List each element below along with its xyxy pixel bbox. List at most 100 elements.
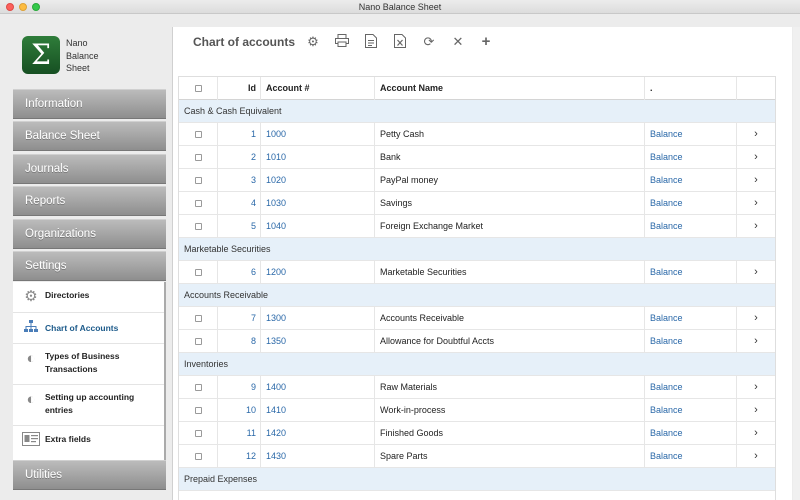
table-row[interactable]: 8 1350 Allowance for Doubtful Accts Bala… xyxy=(179,330,775,353)
app-name-line-1: Nano xyxy=(66,38,88,48)
row-account-number[interactable]: 1010 xyxy=(261,146,375,169)
row-balance-link[interactable]: Balance xyxy=(645,215,737,238)
row-balance-link[interactable]: Balance xyxy=(645,376,737,399)
row-checkbox[interactable] xyxy=(179,192,218,215)
row-checkbox[interactable] xyxy=(179,445,218,468)
row-account-number[interactable]: 1020 xyxy=(261,169,375,192)
row-account-number[interactable]: 1410 xyxy=(261,399,375,422)
nav-journals[interactable]: Journals xyxy=(13,154,166,184)
row-checkbox[interactable] xyxy=(179,399,218,422)
row-account-number[interactable]: 1030 xyxy=(261,192,375,215)
toolbar: Chart of accounts ⚙ ⟳ ✕ + xyxy=(173,27,793,57)
header-account-name[interactable]: Account Name xyxy=(375,77,645,100)
refresh-icon[interactable]: ⟳ xyxy=(421,34,437,50)
row-account-name: Savings xyxy=(375,192,645,215)
table-row[interactable]: 9 1400 Raw Materials Balance › xyxy=(179,376,775,399)
submenu-setting-up-entries[interactable]: ◐ Setting up accounting entries xyxy=(13,385,164,426)
row-account-number[interactable]: 1400 xyxy=(261,376,375,399)
nav-organizations[interactable]: Organizations xyxy=(13,219,166,249)
row-checkbox[interactable] xyxy=(179,215,218,238)
submenu-directories[interactable]: ⚙ Directories xyxy=(13,282,164,313)
header-id[interactable]: Id xyxy=(218,77,261,100)
title-bar: Nano Balance Sheet xyxy=(0,0,800,14)
row-checkbox[interactable] xyxy=(179,330,218,353)
row-balance-link[interactable]: Balance xyxy=(645,169,737,192)
nav-information[interactable]: Information xyxy=(13,89,166,119)
chevron-right-icon[interactable]: › xyxy=(737,445,775,468)
row-balance-link[interactable]: Balance xyxy=(645,422,737,445)
row-account-number[interactable]: 1000 xyxy=(261,123,375,146)
nav-reports[interactable]: Reports xyxy=(13,186,166,216)
submenu-types-of-business[interactable]: ◐ Types of Business Transactions xyxy=(13,344,164,385)
table-row[interactable]: 10 1410 Work-in-process Balance › xyxy=(179,399,775,422)
row-account-name: Allowance for Doubtful Accts xyxy=(375,330,645,353)
hierarchy-icon xyxy=(21,319,41,337)
table-row[interactable]: 11 1420 Finished Goods Balance › xyxy=(179,422,775,445)
plus-icon[interactable]: + xyxy=(478,34,494,50)
chevron-right-icon[interactable]: › xyxy=(737,376,775,399)
row-account-number[interactable]: 1350 xyxy=(261,330,375,353)
app-logo-icon: Σ xyxy=(22,36,60,74)
chevron-right-icon[interactable]: › xyxy=(737,261,775,284)
row-balance-link[interactable]: Balance xyxy=(645,445,737,468)
submenu-chart-of-accounts-label: Chart of Accounts xyxy=(45,323,119,333)
table-row[interactable]: 12 1430 Spare Parts Balance › xyxy=(179,445,775,468)
chevron-right-icon[interactable]: › xyxy=(737,422,775,445)
chevron-right-icon[interactable]: › xyxy=(737,307,775,330)
nav-utilities[interactable]: Utilities xyxy=(13,460,166,490)
row-checkbox[interactable] xyxy=(179,422,218,445)
row-checkbox[interactable] xyxy=(179,169,218,192)
row-checkbox[interactable] xyxy=(179,146,218,169)
row-account-number[interactable]: 1420 xyxy=(261,422,375,445)
print-icon[interactable] xyxy=(334,34,350,50)
table-row[interactable]: 7 1300 Accounts Receivable Balance › xyxy=(179,307,775,330)
nav-settings[interactable]: Settings xyxy=(13,251,166,281)
nav-balance-sheet[interactable]: Balance Sheet xyxy=(13,121,166,151)
gear-icon[interactable]: ⚙ xyxy=(305,34,321,50)
row-balance-link[interactable]: Balance xyxy=(645,399,737,422)
app-name-line-3: Sheet xyxy=(66,63,90,73)
scrollbar[interactable] xyxy=(793,27,800,500)
chevron-right-icon[interactable]: › xyxy=(737,192,775,215)
row-checkbox[interactable] xyxy=(179,261,218,284)
select-all-checkbox[interactable] xyxy=(179,77,218,100)
table-row[interactable]: 5 1040 Foreign Exchange Market Balance › xyxy=(179,215,775,238)
row-account-number[interactable]: 1300 xyxy=(261,307,375,330)
row-account-number[interactable]: 1040 xyxy=(261,215,375,238)
table-row[interactable]: 4 1030 Savings Balance › xyxy=(179,192,775,215)
row-balance-link[interactable]: Balance xyxy=(645,261,737,284)
header-account-number[interactable]: Account # xyxy=(261,77,375,100)
chevron-right-icon[interactable]: › xyxy=(737,399,775,422)
close-icon[interactable]: ✕ xyxy=(450,34,466,50)
group-row: Inventories xyxy=(179,353,775,376)
table-row[interactable]: 2 1010 Bank Balance › xyxy=(179,146,775,169)
document-icon[interactable] xyxy=(363,34,379,50)
main-panel: Chart of accounts ⚙ ⟳ ✕ + Id Account # A… xyxy=(172,27,792,500)
table-row[interactable]: 6 1200 Marketable Securities Balance › xyxy=(179,261,775,284)
row-checkbox[interactable] xyxy=(179,307,218,330)
excel-icon[interactable] xyxy=(392,34,408,50)
row-id: 3 xyxy=(218,169,261,192)
row-checkbox[interactable] xyxy=(179,123,218,146)
row-account-number[interactable]: 1430 xyxy=(261,445,375,468)
chevron-right-icon[interactable]: › xyxy=(737,215,775,238)
table-row[interactable]: 3 1020 PayPal money Balance › xyxy=(179,169,775,192)
row-id: 4 xyxy=(218,192,261,215)
submenu-chart-of-accounts[interactable]: Chart of Accounts xyxy=(13,313,164,344)
row-account-number[interactable]: 1200 xyxy=(261,261,375,284)
chevron-right-icon[interactable]: › xyxy=(737,123,775,146)
table-row[interactable]: 1 1000 Petty Cash Balance › xyxy=(179,123,775,146)
row-balance-link[interactable]: Balance xyxy=(645,307,737,330)
row-account-name: Finished Goods xyxy=(375,422,645,445)
chevron-right-icon[interactable]: › xyxy=(737,146,775,169)
chevron-right-icon[interactable]: › xyxy=(737,330,775,353)
row-id: 6 xyxy=(218,261,261,284)
submenu-extra-fields[interactable]: Extra fields xyxy=(13,426,164,456)
row-balance-link[interactable]: Balance xyxy=(645,123,737,146)
row-balance-link[interactable]: Balance xyxy=(645,330,737,353)
chevron-right-icon[interactable]: › xyxy=(737,169,775,192)
row-balance-link[interactable]: Balance xyxy=(645,192,737,215)
row-id: 5 xyxy=(218,215,261,238)
row-balance-link[interactable]: Balance xyxy=(645,146,737,169)
row-checkbox[interactable] xyxy=(179,376,218,399)
